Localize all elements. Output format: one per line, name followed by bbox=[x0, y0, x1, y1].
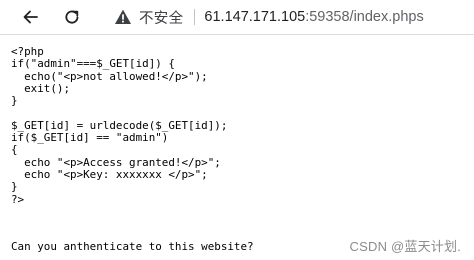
back-arrow-icon bbox=[23, 10, 38, 24]
address-separator bbox=[194, 9, 196, 25]
back-button[interactable] bbox=[18, 4, 44, 30]
reload-button[interactable] bbox=[59, 4, 85, 30]
warning-triangle-icon[interactable] bbox=[114, 8, 132, 26]
browser-toolbar: 不安全 61.147.171.105:59358/index.phps bbox=[0, 0, 474, 35]
code-line: { bbox=[11, 143, 18, 157]
code-line: echo "<p>Key: xxxxxxx </p>"; bbox=[11, 167, 208, 181]
code-line: if($_GET[id] == "admin") bbox=[11, 131, 169, 145]
code-line: } bbox=[11, 180, 18, 194]
php-source-code: <?php if("admin"===$_GET[id]) { echo("<p>… bbox=[11, 45, 227, 206]
page-content: <?php if("admin"===$_GET[id]) { echo("<p>… bbox=[0, 35, 474, 260]
code-line: ?> bbox=[11, 192, 25, 206]
code-line: if("admin"===$_GET[id]) { bbox=[11, 57, 175, 71]
address-bar[interactable]: 不安全 61.147.171.105:59358/index.phps bbox=[104, 5, 464, 29]
url-port-path: :59358/index.phps bbox=[305, 9, 424, 25]
reload-icon bbox=[65, 10, 79, 24]
page-question-text: Can you anthenticate to this website? bbox=[11, 240, 254, 253]
code-line: exit(); bbox=[11, 81, 71, 95]
code-line: } bbox=[11, 94, 18, 108]
url-host: 61.147.171.105 bbox=[204, 9, 306, 25]
url-text[interactable]: 61.147.171.105:59358/index.phps bbox=[204, 9, 423, 25]
csdn-watermark: CSDN @蓝天计划. bbox=[349, 239, 461, 254]
security-status-label[interactable]: 不安全 bbox=[139, 7, 183, 28]
